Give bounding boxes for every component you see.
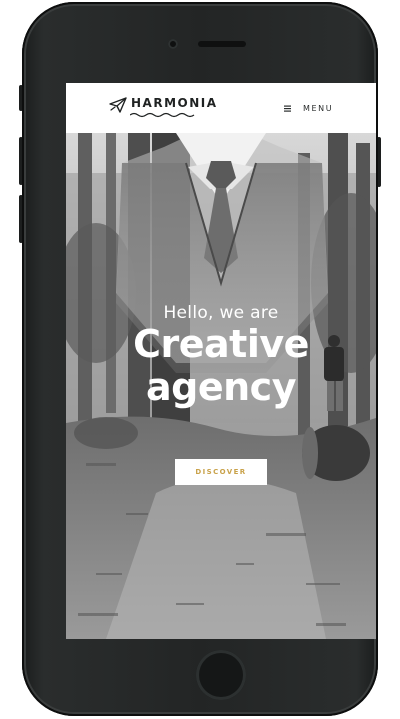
menu-label: MENU — [303, 103, 334, 113]
site-header: HARMONIA MENU — [66, 83, 376, 133]
home-button — [196, 650, 246, 700]
hero-title-line-2: agency — [146, 365, 296, 409]
earpiece-speaker — [198, 41, 246, 47]
logo-wave-underline — [130, 112, 195, 118]
hamburger-icon — [284, 105, 291, 112]
paper-plane-icon — [109, 97, 127, 113]
hero-title-line-1: Creative — [133, 322, 309, 366]
brand-name: HARMONIA — [131, 96, 218, 110]
phone-screen: HARMONIA MENU Hello, we are Creative age… — [66, 83, 376, 639]
front-camera — [168, 39, 178, 49]
menu-toggle[interactable]: MENU — [284, 101, 333, 115]
hero-intro-text: Hello, we are — [163, 303, 279, 323]
hero-title: Creative agency — [66, 323, 376, 409]
hero-section: Hello, we are Creative agency DISCOVER — [66, 133, 376, 639]
discover-button[interactable]: DISCOVER — [175, 459, 267, 485]
phone-frame: HARMONIA MENU Hello, we are Creative age… — [22, 2, 378, 716]
